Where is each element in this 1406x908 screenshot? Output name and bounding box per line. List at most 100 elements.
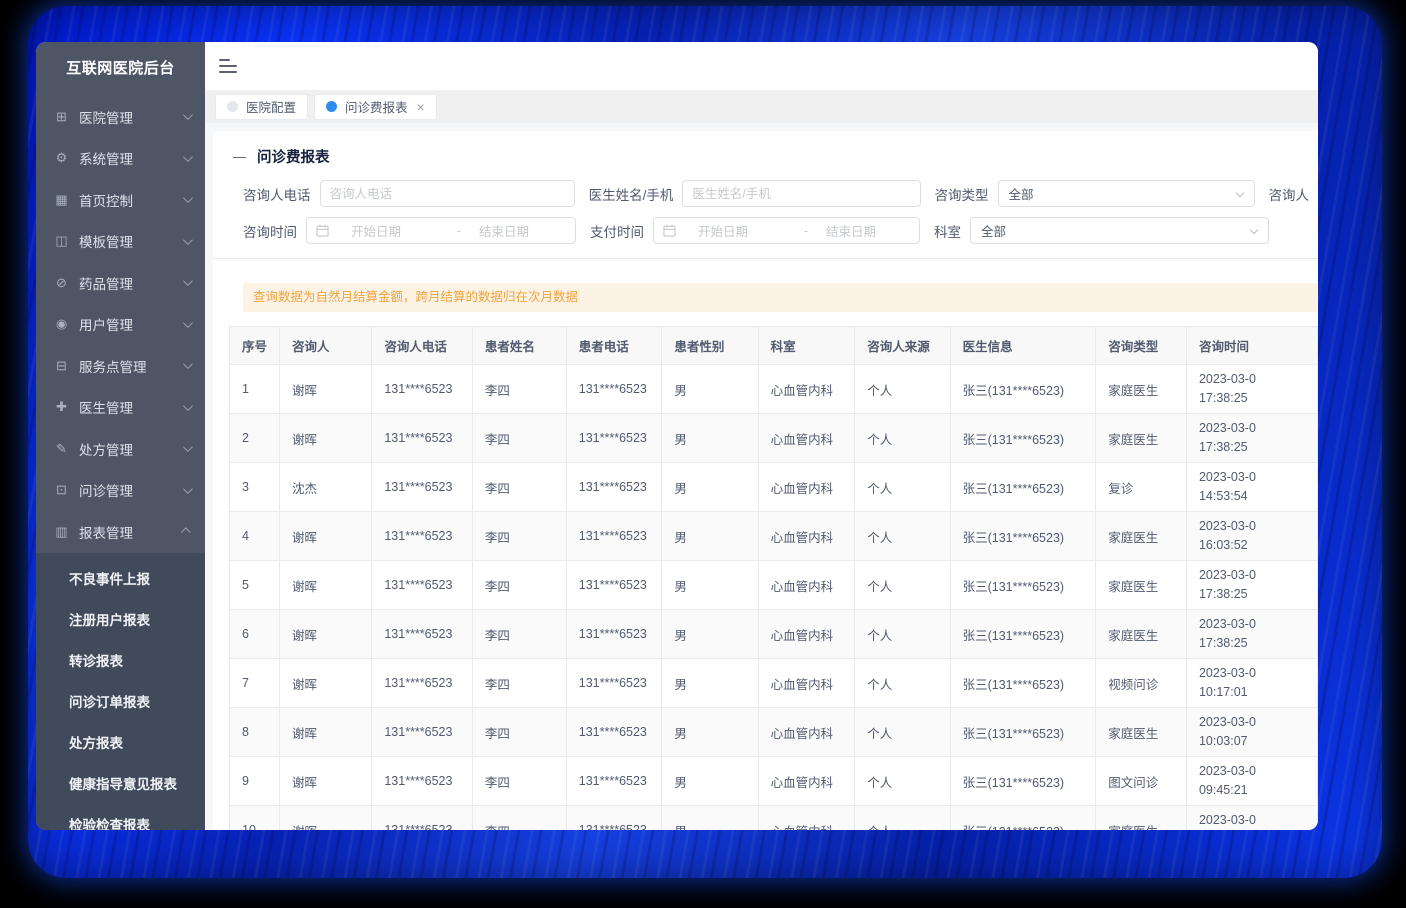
cell-consultant-phone: 131****6523 <box>372 561 473 610</box>
table-row[interactable]: 7 谢晖 131****6523 李四 131****6523 男 心血管内科 … <box>230 659 1318 708</box>
report-table: 序号咨询人咨询人电话患者姓名患者电话患者性别科室咨询人来源医生信息咨询类型咨询时… <box>229 326 1318 830</box>
cell-no: 4 <box>230 512 280 561</box>
sidebar-menu-item[interactable]: ▦ 首页控制 <box>36 179 205 221</box>
sidebar-submenu-item[interactable]: 处方报表 <box>36 723 205 764</box>
cell-no: 5 <box>230 561 280 610</box>
cell-department: 心血管内科 <box>758 561 855 610</box>
table-row[interactable]: 10 谢晖 131****6523 李四 131****6523 男 心血管内科… <box>230 806 1318 831</box>
table-row[interactable]: 4 谢晖 131****6523 李四 131****6523 男 心血管内科 … <box>230 512 1318 561</box>
cell-doctor: 张三(131****6523) <box>950 708 1096 757</box>
report-table-wrap: 序号咨询人咨询人电话患者姓名患者电话患者性别科室咨询人来源医生信息咨询类型咨询时… <box>229 326 1318 830</box>
cell-type: 家庭医生 <box>1096 414 1187 463</box>
sidebar-menu-item[interactable]: ⊡ 问诊管理 <box>36 470 205 512</box>
sidebar-submenu-item[interactable]: 检验检查报表 <box>36 805 205 831</box>
report-card: — 问诊费报表 咨询人电话 医生姓名/手机 咨询类型 全部 <box>213 131 1318 830</box>
sidebar-menu-item[interactable]: ⊘ 药品管理 <box>36 262 205 304</box>
cell-patient-phone: 131****6523 <box>566 512 662 561</box>
cell-patient-phone: 131****6523 <box>566 806 662 831</box>
table-row[interactable]: 5 谢晖 131****6523 李四 131****6523 男 心血管内科 … <box>230 561 1318 610</box>
cell-department: 心血管内科 <box>758 659 855 708</box>
cell-patient-phone: 131****6523 <box>566 610 662 659</box>
close-icon[interactable]: × <box>417 100 425 114</box>
cell-source: 个人 <box>855 806 950 831</box>
chevron-down-icon <box>183 401 193 411</box>
sidebar-menu-item[interactable]: ✚ 医生管理 <box>36 387 205 429</box>
sidebar-menu-item[interactable]: ✎ 处方管理 <box>36 428 205 470</box>
column-header: 咨询时间 <box>1186 327 1317 365</box>
tab-bar: 医院配置 问诊费报表 × <box>205 90 1318 123</box>
dashboard-icon: ▦ <box>53 192 70 208</box>
tab-hospital-config[interactable]: 医院配置 <box>215 94 308 120</box>
sidebar-submenu-item[interactable]: 转诊报表 <box>36 641 205 682</box>
cell-consultant-phone: 131****6523 <box>372 463 473 512</box>
date-separator: - <box>439 224 479 238</box>
tab-consult-fee-report[interactable]: 问诊费报表 × <box>314 94 437 120</box>
cell-consultant: 谢晖 <box>280 806 372 831</box>
sidebar-submenu-item[interactable]: 问诊订单报表 <box>36 682 205 723</box>
cell-no: 8 <box>230 708 280 757</box>
service-point-icon: ⊟ <box>53 358 70 374</box>
sidebar-menu-item[interactable]: ⊟ 服务点管理 <box>36 345 205 387</box>
cell-patient: 李四 <box>472 414 566 463</box>
sidebar-item-label: 医生管理 <box>79 397 183 417</box>
consult-phone-input[interactable] <box>320 180 575 207</box>
cell-patient: 李四 <box>472 806 566 831</box>
table-row[interactable]: 1 谢晖 131****6523 李四 131****6523 男 心血管内科 … <box>230 365 1318 414</box>
consult-clock: 17:38:25 <box>1199 438 1305 457</box>
department-select[interactable]: 全部 <box>970 217 1269 244</box>
cell-patient-phone: 131****6523 <box>566 757 662 806</box>
cell-consultant: 谢晖 <box>280 561 372 610</box>
cell-doctor: 张三(131****6523) <box>950 610 1096 659</box>
collapse-panel-icon[interactable]: — <box>233 149 246 164</box>
cell-no: 2 <box>230 414 280 463</box>
cell-consult-time: 2023-03-0 14:53:54 <box>1186 463 1317 512</box>
table-row[interactable]: 9 谢晖 131****6523 李四 131****6523 男 心血管内科 … <box>230 757 1318 806</box>
calendar-icon <box>316 224 329 237</box>
consult-time-range-picker[interactable]: 开始日期 - 结束日期 <box>306 217 576 244</box>
sidebar-item-label: 报表管理 <box>79 522 183 542</box>
prescription-icon: ✎ <box>53 441 70 457</box>
sidebar-menu-item[interactable]: ▥ 报表管理 <box>36 511 205 553</box>
doctor-input[interactable] <box>682 180 920 207</box>
collapse-menu-icon[interactable] <box>219 57 241 75</box>
sidebar-menu-item[interactable]: ◉ 用户管理 <box>36 304 205 346</box>
doctor-label: 医生姓名/手机 <box>589 184 674 204</box>
pay-time-range-picker[interactable]: 开始日期 - 结束日期 <box>653 217 920 244</box>
sidebar-menu-item[interactable]: ⚙ 系统管理 <box>36 138 205 180</box>
column-header: 序号 <box>230 327 280 365</box>
column-header: 患者性别 <box>662 327 758 365</box>
table-row[interactable]: 8 谢晖 131****6523 李四 131****6523 男 心血管内科 … <box>230 708 1318 757</box>
table-row[interactable]: 2 谢晖 131****6523 李四 131****6523 男 心血管内科 … <box>230 414 1318 463</box>
cell-patient-phone: 131****6523 <box>566 659 662 708</box>
sidebar-item-label: 首页控制 <box>79 190 183 210</box>
cell-gender: 男 <box>662 463 758 512</box>
consult-clock: 17:38:25 <box>1199 389 1305 408</box>
cell-consultant-phone: 131****6523 <box>372 610 473 659</box>
cell-department: 心血管内科 <box>758 365 855 414</box>
cell-no: 3 <box>230 463 280 512</box>
sidebar-submenu-item[interactable]: 不良事件上报 <box>36 559 205 600</box>
sidebar-submenu-item[interactable]: 注册用户报表 <box>36 600 205 641</box>
drug-icon: ⊘ <box>53 275 70 291</box>
chevron-down-icon <box>183 152 193 162</box>
cell-consultant-phone: 131****6523 <box>372 512 473 561</box>
sidebar-item-label: 药品管理 <box>79 273 183 293</box>
table-row[interactable]: 3 沈杰 131****6523 李四 131****6523 男 心血管内科 … <box>230 463 1318 512</box>
department-value: 全部 <box>981 221 1006 240</box>
chevron-down-icon <box>183 318 193 328</box>
cell-patient-phone: 131****6523 <box>566 365 662 414</box>
consult-type-select[interactable]: 全部 <box>998 180 1255 207</box>
cell-doctor: 张三(131****6523) <box>950 365 1096 414</box>
sidebar-submenu-reports: 不良事件上报 注册用户报表 转诊报表 问诊订单报表 处方报表 健康指导意见报表 … <box>36 553 205 831</box>
sidebar-menu-item[interactable]: ⊞ 医院管理 <box>36 96 205 138</box>
consult-date: 2023-03-0 <box>1199 762 1305 781</box>
table-row[interactable]: 6 谢晖 131****6523 李四 131****6523 男 心血管内科 … <box>230 610 1318 659</box>
end-date-placeholder: 结束日期 <box>826 221 906 240</box>
sidebar-submenu-item[interactable]: 健康指导意见报表 <box>36 764 205 805</box>
sidebar-menu-item[interactable]: ◫ 模板管理 <box>36 221 205 263</box>
cell-consultant-phone: 131****6523 <box>372 659 473 708</box>
cell-consult-time: 2023-03-0 10:03:07 <box>1186 708 1317 757</box>
gear-icon: ⚙ <box>53 150 70 166</box>
chevron-down-icon <box>183 193 193 203</box>
sidebar-item-label: 系统管理 <box>79 148 183 168</box>
